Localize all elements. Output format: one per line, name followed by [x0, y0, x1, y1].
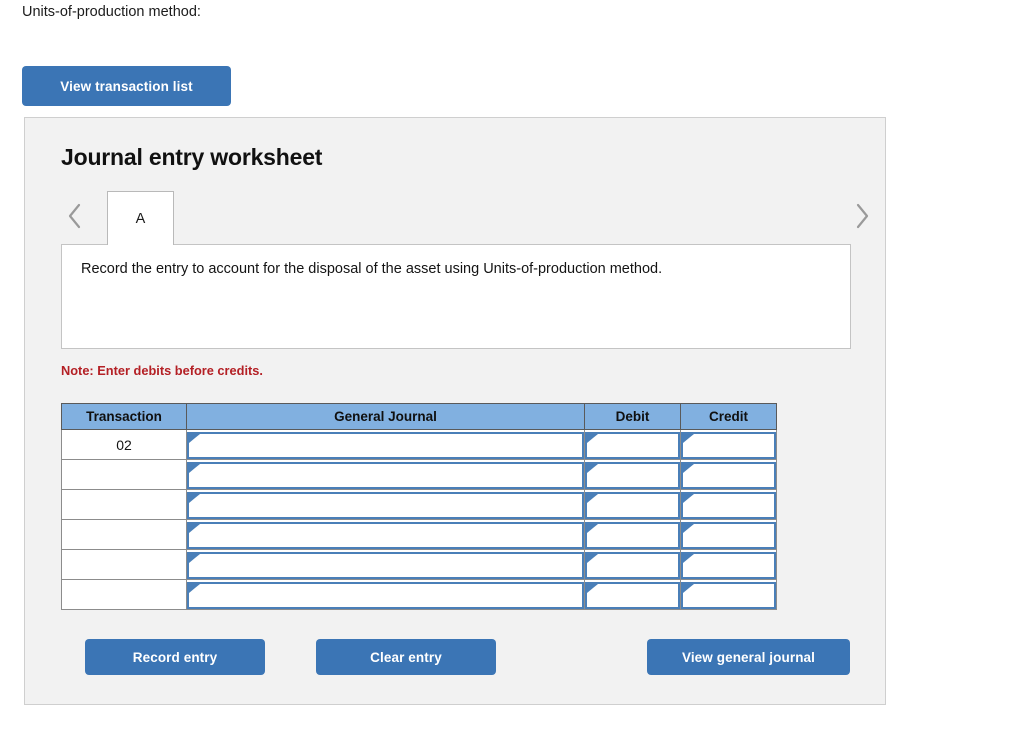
credit-input-cell[interactable]: [680, 429, 777, 460]
cell-marker-icon: [683, 523, 694, 533]
clear-entry-button[interactable]: Clear entry: [316, 639, 496, 675]
table-row: [61, 489, 777, 520]
debit-input-cell[interactable]: [584, 459, 681, 490]
instruction-box: Record the entry to account for the disp…: [61, 244, 851, 349]
page-intro-text: Units-of-production method:: [22, 4, 201, 20]
column-header-debit: Debit: [584, 403, 681, 430]
column-header-credit: Credit: [680, 403, 777, 430]
cell-marker-icon: [189, 523, 200, 533]
transaction-cell: [61, 549, 187, 580]
table-row: [61, 579, 777, 610]
cell-marker-icon: [587, 433, 598, 443]
debit-input-cell[interactable]: [584, 519, 681, 550]
credit-input-cell[interactable]: [680, 489, 777, 520]
column-header-transaction: Transaction: [61, 403, 187, 430]
chevron-right-icon[interactable]: [849, 197, 875, 235]
worksheet-tab-a-label: A: [135, 210, 146, 227]
worksheet-tab-a[interactable]: A: [107, 191, 174, 245]
worksheet-tab-strip: A: [61, 191, 875, 245]
general-journal-input-cell[interactable]: [186, 579, 585, 610]
view-transaction-list-button[interactable]: View transaction list: [22, 66, 231, 106]
table-row: 02: [61, 429, 777, 460]
journal-entry-table: Transaction General Journal Debit Credit…: [61, 403, 777, 610]
transaction-cell: 02: [61, 429, 187, 460]
table-row: [61, 549, 777, 580]
debit-input-cell[interactable]: [584, 429, 681, 460]
credit-input-cell[interactable]: [680, 459, 777, 490]
transaction-cell: [61, 459, 187, 490]
general-journal-input-cell[interactable]: [186, 519, 585, 550]
view-general-journal-button[interactable]: View general journal: [647, 639, 850, 675]
general-journal-input-cell[interactable]: [186, 459, 585, 490]
credit-input-cell[interactable]: [680, 579, 777, 610]
record-entry-button[interactable]: Record entry: [85, 639, 265, 675]
cell-marker-icon: [189, 553, 200, 563]
general-journal-input-cell[interactable]: [186, 429, 585, 460]
table-row: [61, 459, 777, 490]
credit-input-cell[interactable]: [680, 519, 777, 550]
cell-marker-icon: [683, 493, 694, 503]
cell-marker-icon: [189, 463, 200, 473]
cell-marker-icon: [587, 583, 598, 593]
debit-input-cell[interactable]: [584, 579, 681, 610]
general-journal-input-cell[interactable]: [186, 489, 585, 520]
cell-marker-icon: [189, 583, 200, 593]
journal-entry-panel: Journal entry worksheet A Record the ent…: [24, 117, 886, 705]
cell-marker-icon: [683, 463, 694, 473]
cell-marker-icon: [683, 553, 694, 563]
chevron-left-icon[interactable]: [61, 197, 87, 235]
cell-marker-icon: [189, 433, 200, 443]
credit-input-cell[interactable]: [680, 549, 777, 580]
debit-input-cell[interactable]: [584, 549, 681, 580]
transaction-cell: [61, 519, 187, 550]
transaction-cell: [61, 579, 187, 610]
cell-marker-icon: [587, 553, 598, 563]
transaction-cell: [61, 489, 187, 520]
cell-marker-icon: [587, 463, 598, 473]
general-journal-input-cell[interactable]: [186, 549, 585, 580]
instruction-text: Record the entry to account for the disp…: [81, 261, 663, 277]
cell-marker-icon: [587, 523, 598, 533]
column-header-general-journal: General Journal: [186, 403, 585, 430]
cell-marker-icon: [189, 493, 200, 503]
cell-marker-icon: [683, 583, 694, 593]
table-row: [61, 519, 777, 550]
cell-marker-icon: [587, 493, 598, 503]
table-header-row: Transaction General Journal Debit Credit: [61, 403, 777, 430]
panel-title: Journal entry worksheet: [61, 144, 323, 170]
cell-marker-icon: [683, 433, 694, 443]
debits-before-credits-note: Note: Enter debits before credits.: [61, 363, 263, 378]
debit-input-cell[interactable]: [584, 489, 681, 520]
